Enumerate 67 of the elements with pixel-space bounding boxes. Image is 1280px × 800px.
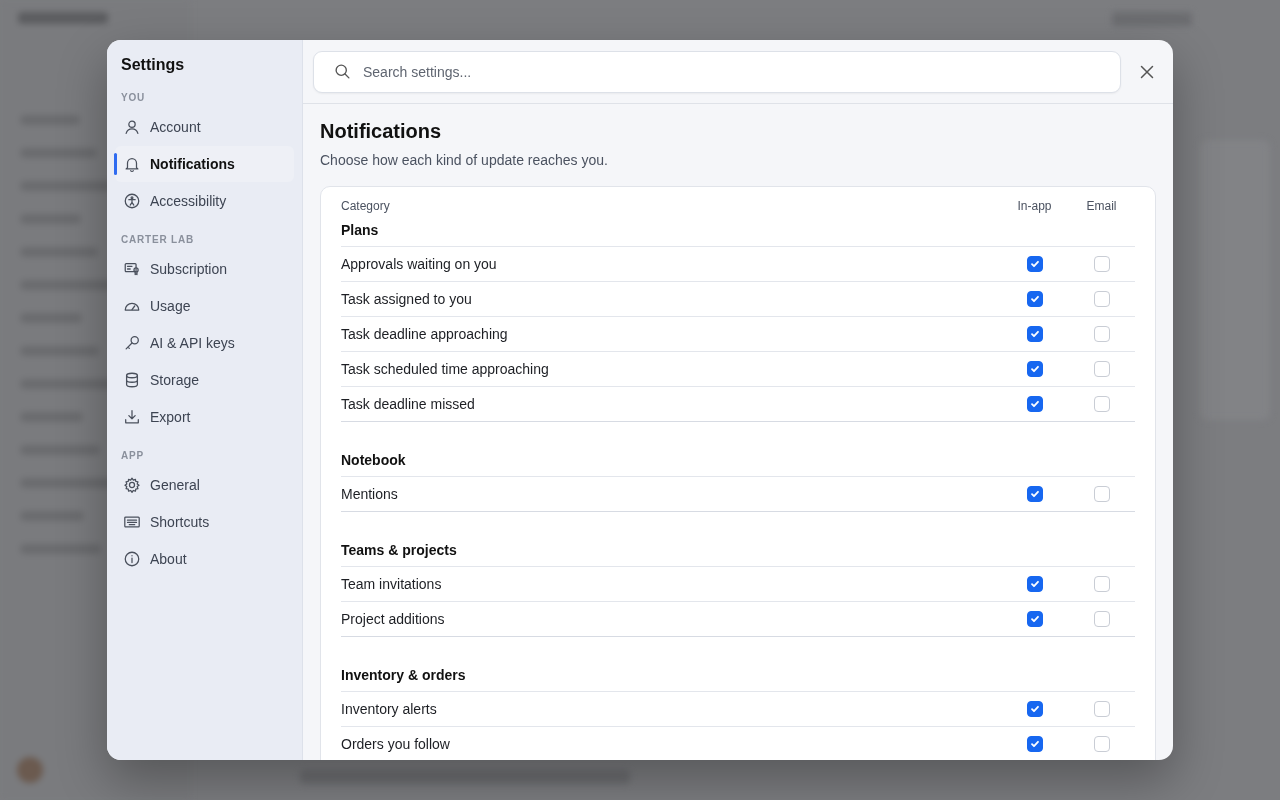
checkbox[interactable] [1026, 326, 1043, 342]
search-input[interactable]: Search settings... [361, 62, 1100, 81]
row-label: Task deadline missed [341, 396, 476, 412]
page-subtitle: Choose how each kind of update reaches you. [320, 152, 609, 168]
column-header: In-app [1017, 199, 1052, 213]
group-title: Plans [341, 221, 380, 240]
check-icon [1029, 329, 1040, 339]
sidebar-item[interactable]: Subscription [115, 251, 294, 287]
info-icon [123, 550, 141, 568]
row-label: Approvals waiting on you [341, 256, 498, 272]
sidebar-item[interactable]: AI & API keys [115, 325, 294, 361]
certificate-icon [123, 260, 141, 278]
sidebar-title: Settings [121, 56, 186, 74]
checkbox[interactable] [1026, 396, 1043, 412]
column-header: Email [1086, 199, 1117, 213]
group-title: Notebook [341, 451, 407, 470]
accessibility-icon [123, 192, 141, 210]
search-field[interactable]: Search settings... [313, 50, 1121, 93]
sidebar-item[interactable]: General [115, 467, 294, 503]
sidebar-item[interactable]: Accessibility [115, 183, 294, 219]
sidebar-item[interactable]: About [115, 541, 294, 577]
section-heading: APP [121, 450, 145, 461]
database-icon [123, 371, 141, 389]
check-icon [1029, 294, 1040, 304]
row-label: Task deadline approaching [341, 326, 509, 342]
group-title: Teams & projects [341, 541, 458, 560]
row-label: Inventory alerts [341, 701, 438, 717]
person-icon [123, 118, 141, 136]
row-label: Team invitations [341, 576, 443, 592]
sidebar-item[interactable]: Storage [115, 362, 294, 398]
row-label: Task scheduled time approaching [341, 361, 550, 377]
check-icon [1029, 399, 1040, 409]
sidebar-item[interactable]: Export [115, 399, 294, 435]
checkbox[interactable] [1026, 256, 1043, 272]
checkbox[interactable] [1026, 361, 1043, 377]
sidebar-item[interactable]: Shortcuts [115, 504, 294, 540]
checkbox[interactable] [1026, 291, 1043, 307]
row-label: Orders you follow [341, 736, 451, 752]
check-icon [1029, 364, 1040, 374]
check-icon [1029, 579, 1040, 589]
sidebar-item[interactable]: Usage [115, 288, 294, 324]
page-title: Notifications [320, 120, 443, 143]
section-heading: CARTER LAB [121, 234, 195, 245]
check-icon [1029, 259, 1040, 269]
row-label: Task assigned to you [341, 291, 473, 307]
search-icon [334, 63, 351, 80]
column-header: Category [341, 199, 391, 213]
gear-icon [123, 476, 141, 494]
keyboard-icon [123, 513, 141, 531]
check-icon [1029, 704, 1040, 714]
checkbox[interactable] [1026, 701, 1043, 717]
sidebar-item[interactable]: Account [115, 109, 294, 145]
checkbox[interactable] [1026, 611, 1043, 627]
checkbox[interactable] [1026, 576, 1043, 592]
bell-icon [123, 155, 141, 173]
key-icon [123, 334, 141, 352]
sidebar-item[interactable]: Notifications [115, 146, 294, 182]
check-icon [1029, 614, 1040, 624]
checkbox[interactable] [1026, 486, 1043, 502]
section-heading: YOU [121, 92, 147, 103]
checkbox[interactable] [1026, 736, 1043, 752]
row-label: Mentions [341, 486, 399, 502]
download-icon [123, 408, 141, 426]
check-icon [1029, 739, 1040, 749]
row-label: Project additions [341, 611, 446, 627]
check-icon [1029, 489, 1040, 499]
group-title: Inventory & orders [341, 666, 467, 685]
